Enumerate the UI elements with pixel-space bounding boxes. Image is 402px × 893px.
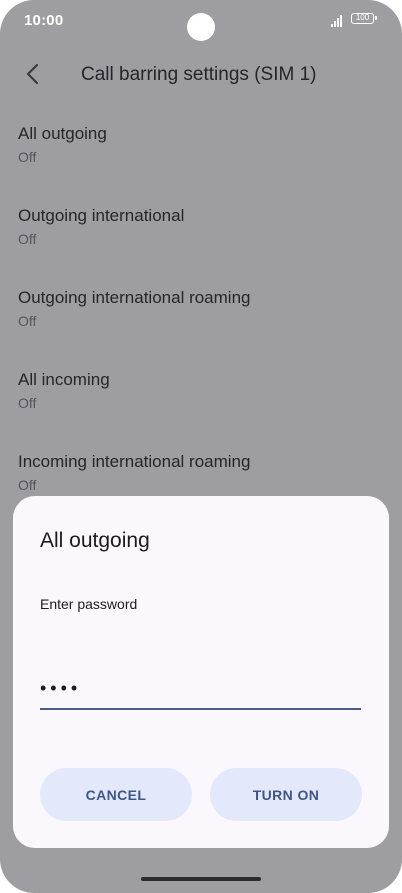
setting-status: Off bbox=[18, 313, 37, 329]
dialog-title: All outgoing bbox=[40, 529, 150, 552]
signal-icon bbox=[331, 15, 345, 27]
setting-title: All outgoing bbox=[18, 124, 107, 143]
setting-title: Outgoing international bbox=[18, 206, 185, 225]
setting-all-incoming[interactable]: All incoming Off bbox=[0, 364, 402, 446]
front-camera bbox=[187, 13, 215, 41]
setting-outgoing-international-roaming[interactable]: Outgoing international roaming Off bbox=[0, 282, 402, 364]
setting-status: Off bbox=[18, 149, 37, 165]
turn-on-button[interactable]: TURN ON bbox=[210, 768, 362, 821]
password-dialog: All outgoing Enter password •••• CANCEL … bbox=[13, 496, 389, 848]
password-label: Enter password bbox=[40, 596, 138, 612]
password-input[interactable]: •••• bbox=[40, 676, 361, 710]
page-title: Call barring settings (SIM 1) bbox=[81, 64, 317, 85]
setting-status: Off bbox=[18, 395, 37, 411]
status-time: 10:00 bbox=[24, 12, 64, 29]
back-arrow-icon[interactable] bbox=[22, 62, 46, 86]
setting-title: Incoming international roaming bbox=[18, 452, 251, 471]
setting-all-outgoing[interactable]: All outgoing Off bbox=[0, 118, 402, 200]
setting-status: Off bbox=[18, 231, 37, 247]
settings-list: All outgoing Off Outgoing international … bbox=[0, 118, 402, 528]
battery-icon: 100 bbox=[351, 13, 377, 24]
password-value: •••• bbox=[40, 678, 82, 698]
setting-title: Outgoing international roaming bbox=[18, 288, 251, 307]
setting-outgoing-international[interactable]: Outgoing international Off bbox=[0, 200, 402, 282]
app-bar: Call barring settings (SIM 1) bbox=[0, 50, 402, 100]
home-indicator[interactable] bbox=[141, 877, 261, 881]
cancel-button[interactable]: CANCEL bbox=[40, 768, 192, 821]
setting-title: All incoming bbox=[18, 370, 110, 389]
setting-status: Off bbox=[18, 477, 37, 493]
status-bar: 10:00 100 bbox=[0, 0, 402, 41]
phone-screen: 10:00 100 Call barring settings (SIM 1) … bbox=[0, 0, 402, 893]
battery-level: 100 bbox=[355, 13, 370, 22]
